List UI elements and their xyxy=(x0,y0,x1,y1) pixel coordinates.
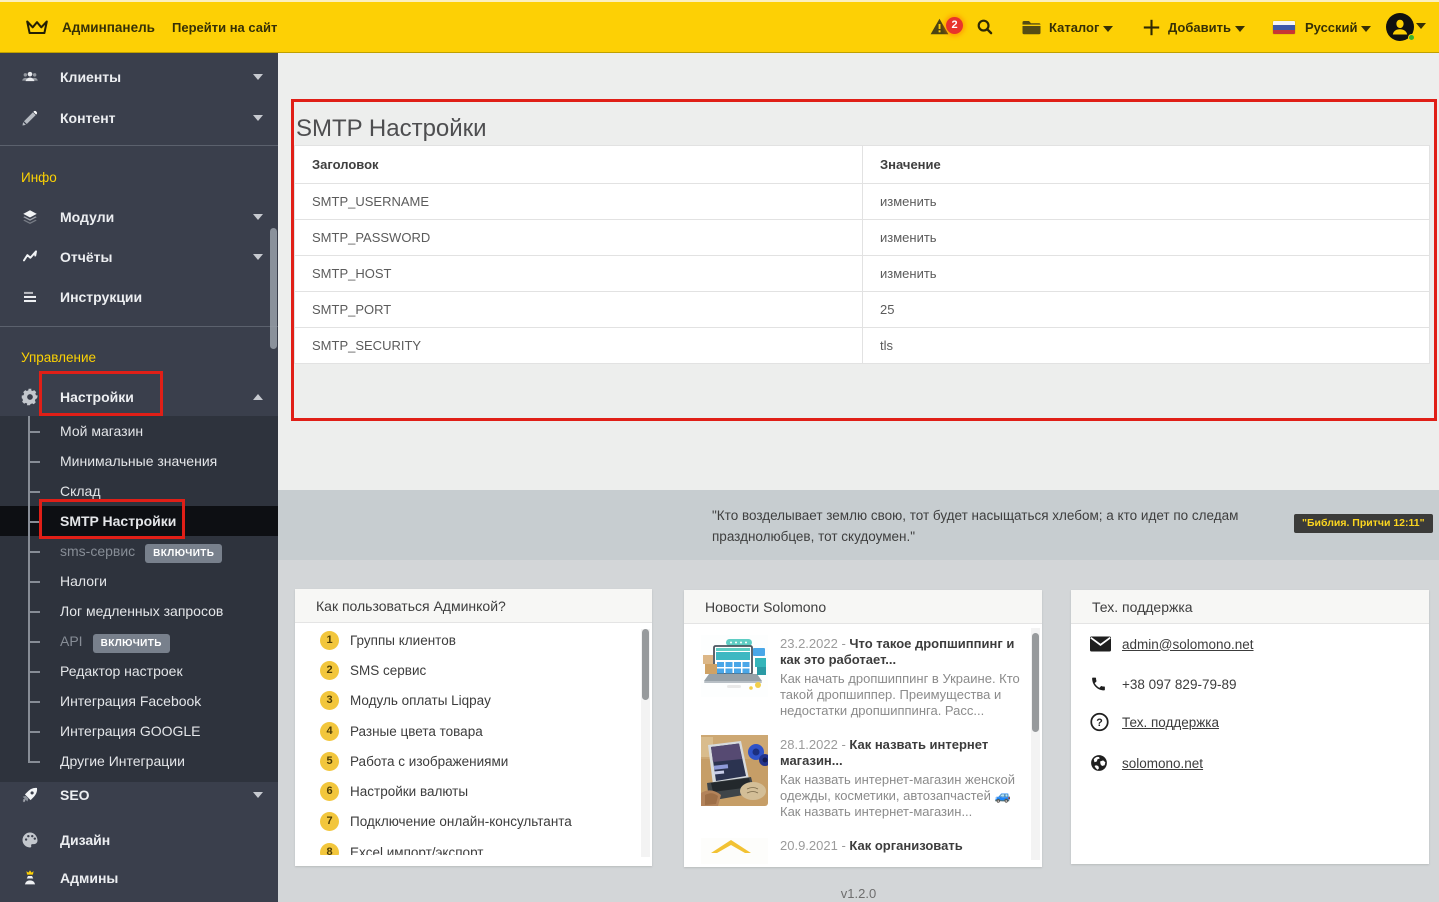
svg-text:?: ? xyxy=(1096,717,1103,729)
